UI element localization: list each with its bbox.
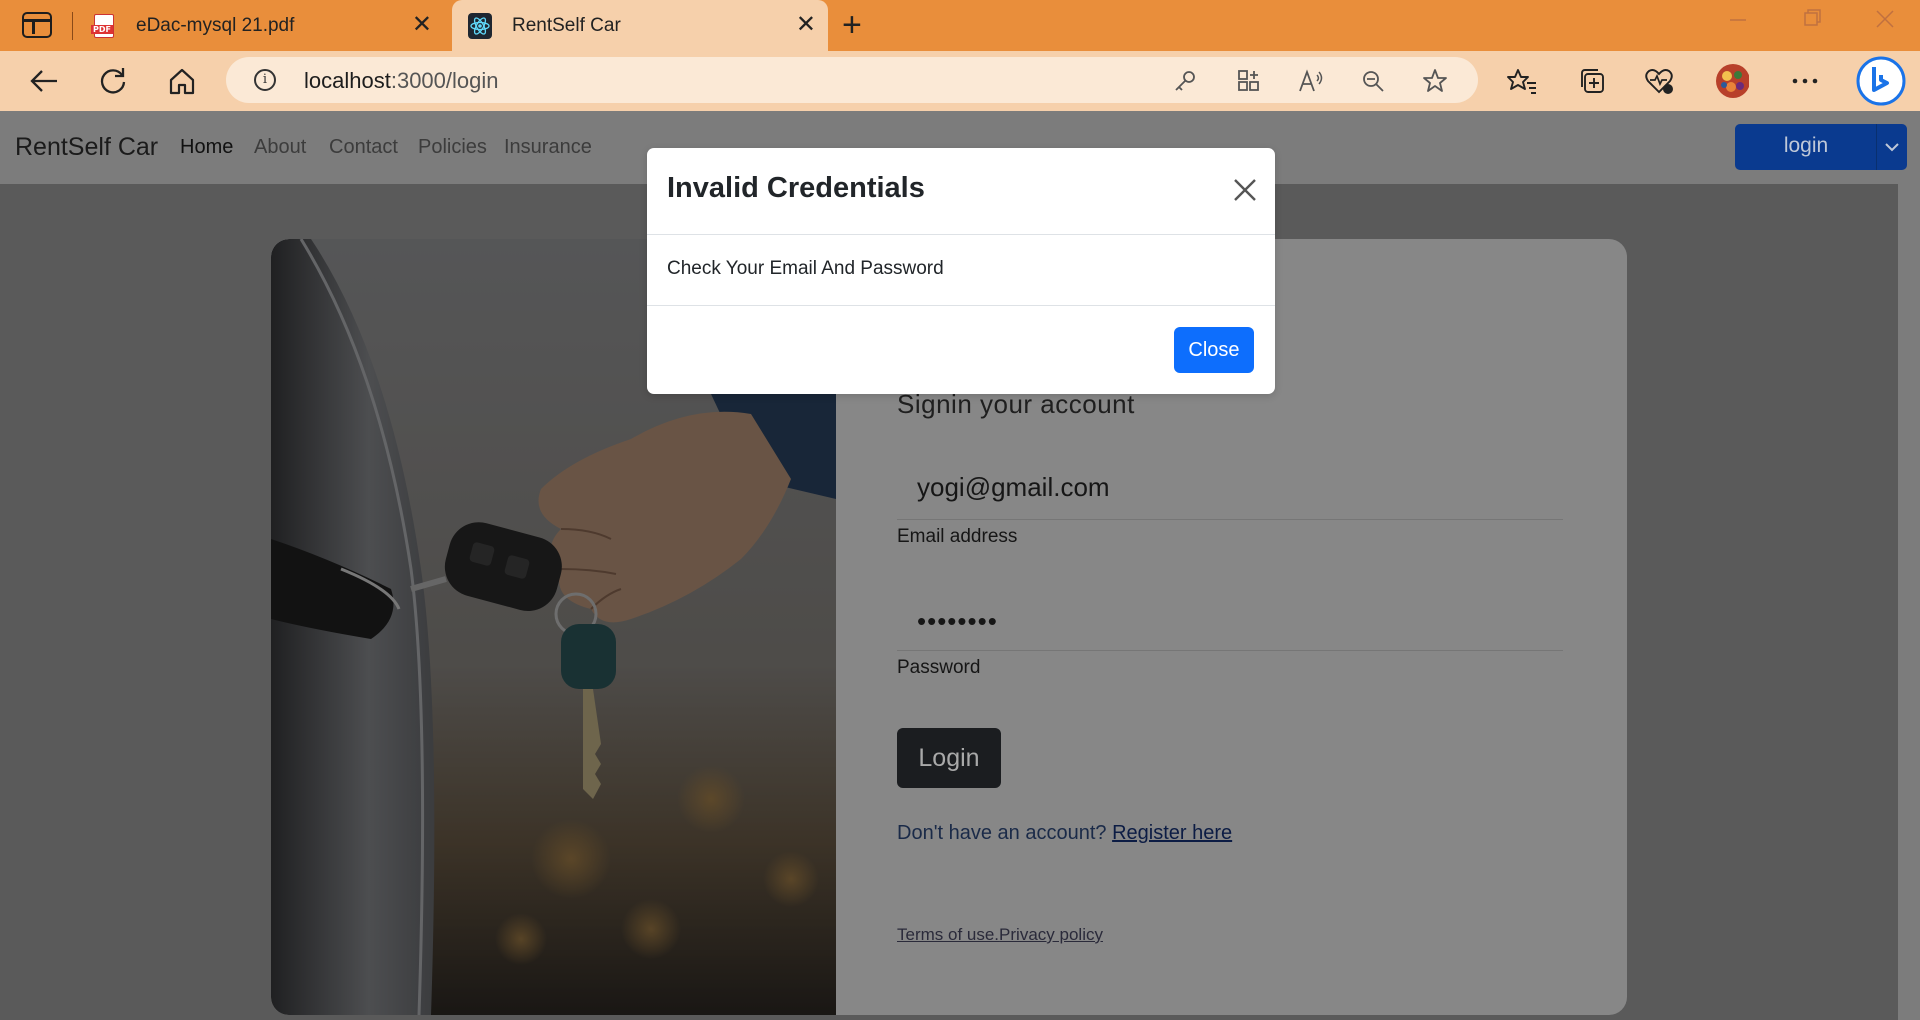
nav-home[interactable]: Home [180, 136, 233, 159]
close-button[interactable]: Close [1174, 327, 1254, 373]
login-submit-button[interactable]: Login [897, 728, 1001, 788]
password-label: Password [897, 657, 981, 678]
tab-actions-icon[interactable] [22, 12, 52, 38]
email-value: yogi@gmail.com [917, 472, 1110, 502]
page-scrollbar[interactable] [1898, 184, 1920, 1020]
password-value: •••••••• [917, 606, 998, 636]
tab-edac-pdf[interactable]: PDF eDac-mysql 21.pdf ✕ [88, 0, 444, 51]
apps-icon[interactable] [1236, 69, 1262, 93]
read-aloud-icon[interactable] [1298, 69, 1324, 93]
address-bar[interactable]: i localhost:3000/login [226, 57, 1478, 103]
refresh-icon[interactable] [96, 64, 130, 98]
zoom-out-icon[interactable] [1360, 69, 1386, 93]
modal-header: Invalid Credentials [647, 148, 1275, 235]
tab-title: eDac-mysql 21.pdf [136, 14, 295, 36]
key-icon[interactable] [1172, 69, 1198, 93]
new-tab-icon[interactable]: + [842, 6, 862, 44]
more-options-icon[interactable] [1788, 64, 1822, 98]
browser-tab-bar: PDF eDac-mysql 21.pdf ✕ RentSelf Car ✕ + [0, 0, 1920, 51]
register-prompt: Don't have an account? Register here [897, 822, 1233, 844]
email-field[interactable]: yogi@gmail.com [897, 457, 1563, 520]
terms-link[interactable]: Terms of use. [897, 925, 999, 944]
profile-avatar[interactable] [1715, 64, 1749, 98]
favorites-icon[interactable] [1505, 64, 1539, 98]
privacy-link[interactable]: Privacy policy [999, 925, 1103, 944]
nav-insurance[interactable]: Insurance [504, 136, 592, 159]
terms-links: Terms of use.Privacy policy [897, 925, 1103, 945]
nav-policies[interactable]: Policies [418, 136, 487, 159]
restore-icon[interactable] [1802, 8, 1822, 34]
minimize-icon[interactable] [1728, 8, 1748, 34]
modal-footer-divider [647, 305, 1275, 306]
login-dropdown-button[interactable]: login [1735, 124, 1907, 170]
react-icon [468, 12, 492, 39]
collections-icon[interactable] [1575, 64, 1609, 98]
brand-logo[interactable]: RentSelf Car [15, 133, 158, 162]
tab-rentself-car[interactable]: RentSelf Car ✕ [452, 0, 828, 51]
nav-contact[interactable]: Contact [329, 136, 398, 159]
info-icon[interactable]: i [254, 69, 276, 91]
chevron-down-icon[interactable] [1876, 124, 1907, 170]
browser-toolbar: i localhost:3000/login [0, 51, 1920, 111]
email-label: Email address [897, 526, 1018, 547]
invalid-credentials-modal: Invalid Credentials Check Your Email And… [647, 148, 1275, 394]
favorite-star-icon[interactable] [1422, 69, 1448, 93]
pdf-icon: PDF [91, 13, 116, 38]
tab-title: RentSelf Car [512, 14, 621, 36]
bing-copilot-icon[interactable] [1856, 56, 1906, 106]
url-text[interactable]: localhost:3000/login [304, 68, 499, 94]
tab-close-icon[interactable]: ✕ [796, 12, 816, 38]
register-link[interactable]: Register here [1112, 822, 1232, 844]
password-field[interactable]: •••••••• [897, 589, 1563, 651]
tab-separator [72, 12, 73, 40]
modal-message: Check Your Email And Password [667, 258, 944, 279]
back-arrow-icon[interactable] [27, 64, 61, 98]
home-icon[interactable] [165, 64, 199, 98]
browser-essentials-icon[interactable] [1642, 64, 1676, 98]
tab-close-icon[interactable]: ✕ [412, 12, 432, 38]
nav-about[interactable]: About [254, 136, 306, 159]
modal-title: Invalid Credentials [667, 172, 925, 204]
close-window-icon[interactable] [1874, 8, 1896, 36]
close-icon[interactable] [1229, 174, 1261, 206]
